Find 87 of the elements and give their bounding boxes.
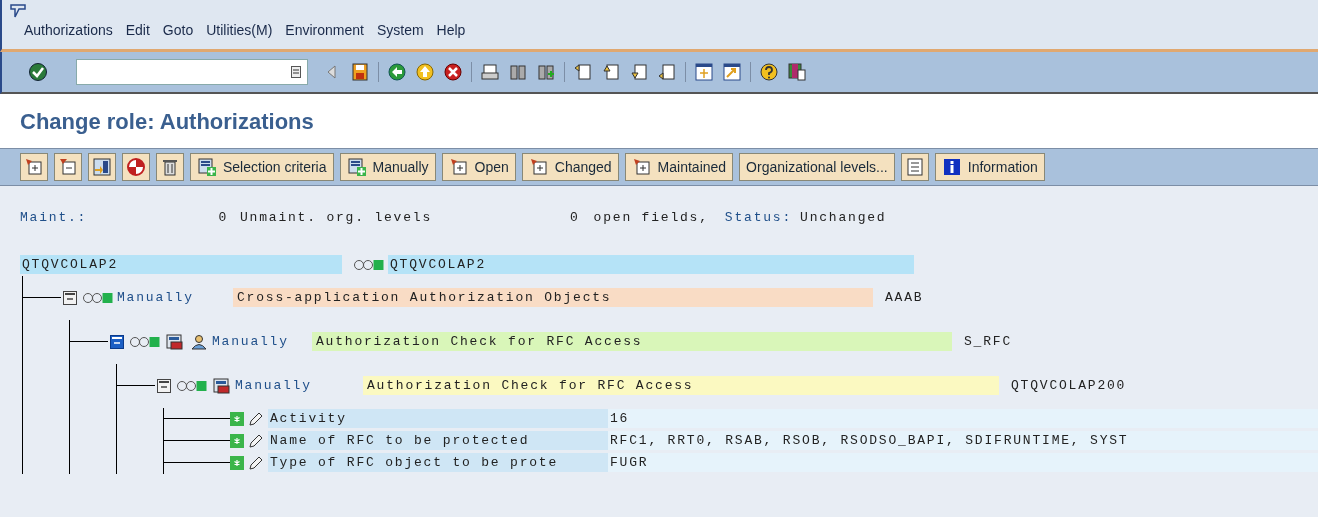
collapse-all-icon: [58, 157, 78, 177]
toolbar-button[interactable]: Manually: [339, 153, 436, 181]
toolbar-button[interactable]: Organizational levels...: [739, 153, 895, 181]
dropdown-icon: [291, 66, 301, 78]
toolbar-icon-button[interactable]: [20, 153, 48, 181]
print-icon: [480, 62, 500, 82]
node-code: AAAB: [885, 288, 924, 307]
toolbar-button[interactable]: Maintained: [624, 153, 734, 181]
node-description: Authorization Check for RFC Access: [363, 375, 999, 396]
add-icon: [197, 157, 217, 177]
list-icon: [904, 157, 925, 177]
toolbar-button[interactable]: Selection criteria: [190, 153, 334, 181]
menu-item[interactable]: Goto: [162, 20, 194, 41]
status-label: Status:: [724, 209, 793, 227]
node-icon: [528, 157, 549, 177]
menu-item[interactable]: System: [376, 20, 424, 41]
status-value: Unchanged: [800, 209, 887, 227]
node-code: QTQVCOLAP200: [1011, 376, 1127, 395]
menu-item[interactable]: Utilities(M): [206, 20, 273, 41]
pencil-icon: [248, 410, 264, 427]
menu-item[interactable]: Help: [436, 20, 466, 41]
field-star-icon: [230, 455, 244, 470]
node-description: Cross-application Authorization Objects: [233, 287, 873, 308]
toolbar-icon-button[interactable]: [88, 153, 116, 181]
field-value[interactable]: 16: [608, 408, 1318, 429]
menu-icon: [10, 4, 26, 18]
toolbar-icon-button[interactable]: [156, 153, 184, 181]
collapse-icon[interactable]: [157, 378, 171, 393]
origin-label: Manually: [117, 288, 195, 307]
field-value[interactable]: FUGR: [608, 452, 1318, 473]
next-page-icon: [629, 62, 649, 82]
role-name: QTQVCOLAP2: [20, 254, 342, 275]
node-icon: [631, 157, 652, 177]
maint-label: Maint.:: [20, 209, 89, 227]
last-page-icon: [657, 62, 677, 82]
command-field[interactable]: [76, 59, 308, 85]
expand-all-icon: [24, 157, 44, 177]
field-star-icon: [230, 433, 244, 448]
origin-label: Manually: [212, 332, 290, 351]
enter-icon: [28, 62, 48, 82]
save-icon: [350, 62, 370, 82]
toolbar-button[interactable]: Information: [934, 153, 1045, 181]
menu-item[interactable]: Authorizations: [24, 20, 113, 41]
open-label: open fields,: [593, 209, 709, 227]
person-icon: [190, 333, 208, 350]
first-page-icon: [573, 62, 593, 82]
shortcut-icon: [722, 62, 742, 82]
pencil-icon: [248, 432, 264, 449]
trash-icon: [160, 157, 180, 177]
transfer-icon: [92, 157, 112, 177]
cancel-icon: [443, 62, 463, 82]
find-icon: [508, 62, 528, 82]
profile-icon: [213, 377, 231, 394]
field-value[interactable]: RFC1, RRT0, RSAB, RSOB, RSODSO_BAPI, SDIFRUNTIME, SYST: [608, 430, 1318, 451]
node-description: Authorization Check for RFC Access: [312, 331, 952, 352]
add-icon: [346, 157, 367, 177]
toolbar-icon-button[interactable]: [54, 153, 82, 181]
layout-icon: [787, 62, 807, 82]
new-window-icon: [694, 62, 714, 82]
profile-icon: [166, 333, 184, 350]
collapse-icon[interactable]: [63, 290, 77, 305]
field-name: Type of RFC object to be prote: [268, 452, 608, 473]
field-name: Name of RFC to be protected: [268, 430, 608, 451]
collapse-icon[interactable]: [110, 334, 124, 349]
unmaint-label: Unmaint. org. levels: [240, 209, 434, 227]
toolbar-button[interactable]: Open: [441, 153, 516, 181]
menu-item[interactable]: Environment: [285, 20, 364, 41]
exit-icon: [415, 62, 435, 82]
node-icon: [448, 157, 469, 177]
node-code: S_RFC: [964, 332, 1012, 351]
toolbar-button[interactable]: Changed: [521, 153, 619, 181]
status-icon: [126, 157, 146, 177]
open-count: 0: [570, 209, 580, 227]
pencil-icon: [248, 454, 264, 471]
origin-label: Manually: [235, 376, 313, 395]
list-icon-button[interactable]: [900, 153, 929, 181]
role-description: QTQVCOLAP2: [388, 254, 914, 275]
screen-title: Change role: Authorizations: [20, 107, 314, 136]
previous-page-icon: [601, 62, 621, 82]
menu-item[interactable]: Edit: [125, 20, 150, 41]
info-icon: [941, 157, 962, 177]
unmaint-count: 0: [217, 209, 228, 227]
field-star-icon: [230, 411, 244, 426]
toolbar-icon-button[interactable]: [122, 153, 150, 181]
find-next-icon: [536, 62, 556, 82]
help-icon: [759, 62, 779, 82]
field-name: Activity: [268, 408, 608, 429]
